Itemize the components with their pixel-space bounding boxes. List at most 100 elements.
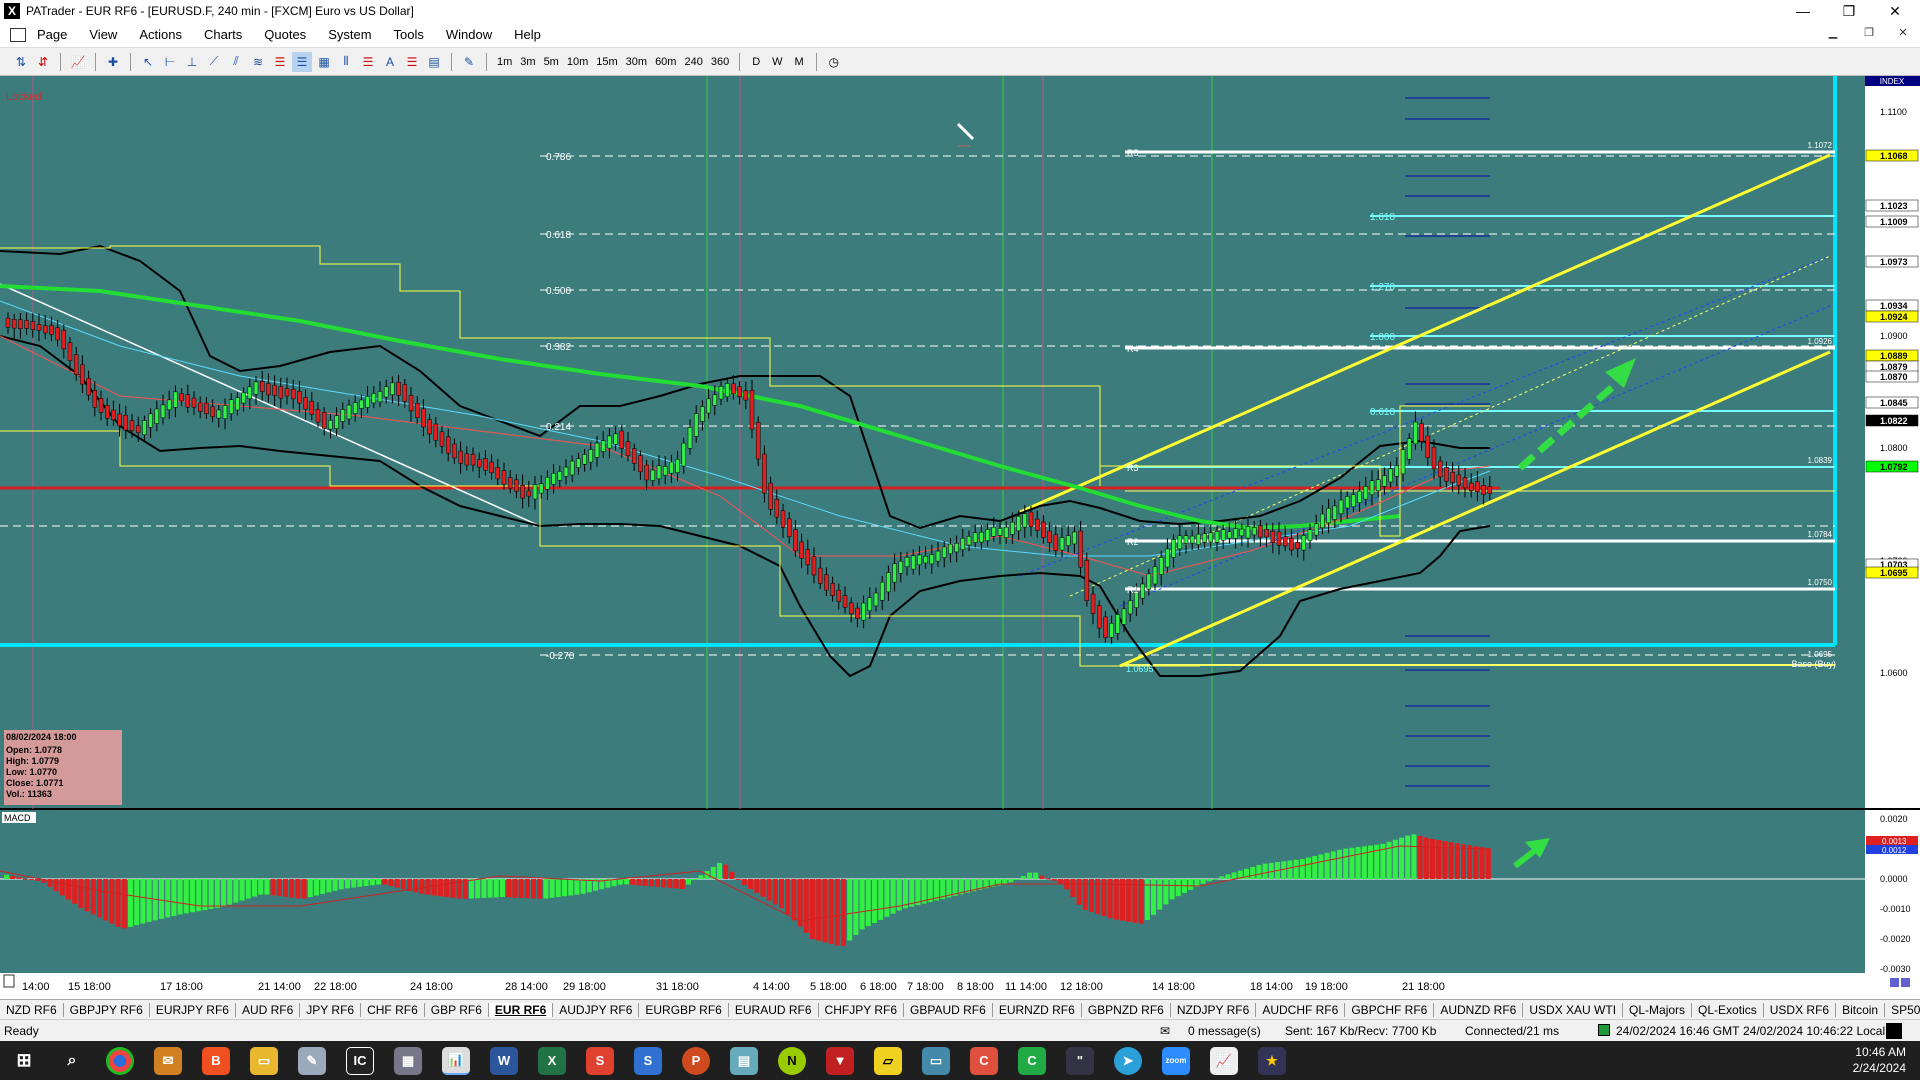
- app-c-red-icon[interactable]: C: [970, 1046, 998, 1075]
- symbol-tab[interactable]: NZD RF6: [0, 1002, 64, 1017]
- buy-sell-icon[interactable]: ⇅: [11, 52, 31, 72]
- cycle-icon[interactable]: ⦀: [336, 52, 356, 72]
- app-quote-icon[interactable]: ": [1066, 1046, 1094, 1075]
- star-app-icon[interactable]: ★: [1258, 1046, 1286, 1075]
- menu-actions[interactable]: Actions: [128, 27, 193, 42]
- menu-charts[interactable]: Charts: [193, 27, 253, 42]
- timeframe-5m[interactable]: 5m: [540, 56, 563, 68]
- menu-window[interactable]: Window: [435, 27, 503, 42]
- resize-grip-icon[interactable]: [1886, 1023, 1902, 1039]
- app-s-icon[interactable]: S: [586, 1046, 614, 1075]
- symbol-tab[interactable]: QL-Exotics: [1692, 1002, 1764, 1017]
- menu-help[interactable]: Help: [503, 27, 552, 42]
- timeframe-240[interactable]: 240: [680, 56, 706, 68]
- chart-icon[interactable]: 📈: [68, 52, 88, 72]
- symbol-tab[interactable]: CHFJPY RF6: [819, 1002, 905, 1017]
- symbol-tab[interactable]: AUDNZD RF6: [1434, 1002, 1524, 1017]
- hline-icon[interactable]: ⊢: [160, 52, 180, 72]
- timeframe-3m[interactable]: 3m: [516, 56, 539, 68]
- period-M[interactable]: M: [789, 56, 810, 68]
- timeframe-1m[interactable]: 1m: [493, 56, 516, 68]
- indicator-icon[interactable]: ✎: [459, 52, 479, 72]
- symbol-tab[interactable]: GBPAUD RF6: [904, 1002, 993, 1017]
- symbol-tab[interactable]: EURNZD RF6: [993, 1002, 1082, 1017]
- powerpoint-icon[interactable]: P: [682, 1046, 710, 1075]
- word-icon[interactable]: W: [490, 1046, 518, 1075]
- maximize-button[interactable]: ❐: [1826, 0, 1872, 22]
- file-explorer-icon[interactable]: ▭: [250, 1046, 278, 1075]
- brave-icon[interactable]: B: [202, 1046, 230, 1075]
- symbol-tab[interactable]: CHF RF6: [361, 1002, 425, 1017]
- zoom-icon[interactable]: zoom: [1162, 1046, 1190, 1075]
- close-button[interactable]: ✕: [1872, 0, 1918, 22]
- excel-icon[interactable]: X: [538, 1046, 566, 1075]
- fib-extension-icon[interactable]: ☰: [292, 51, 312, 72]
- sticky-notes-icon[interactable]: ▱: [874, 1046, 902, 1075]
- mail-app-icon[interactable]: ✉: [154, 1046, 182, 1075]
- calculator-icon[interactable]: ▦: [394, 1046, 422, 1075]
- mdi-close-icon[interactable]: ✕: [1892, 26, 1914, 44]
- vline-icon[interactable]: ⊥: [182, 52, 202, 72]
- symbol-tab[interactable]: AUDCHF RF6: [1256, 1002, 1346, 1017]
- period-W[interactable]: W: [766, 56, 788, 68]
- windows-start-icon[interactable]: ⊞: [10, 1047, 38, 1075]
- patrader-icon[interactable]: 📊: [442, 1046, 470, 1075]
- levels-icon[interactable]: ☰: [402, 52, 422, 72]
- taskbar-clock[interactable]: 10:46 AM 2/24/2024: [1853, 1044, 1906, 1076]
- app-red-icon[interactable]: ▼: [826, 1046, 854, 1075]
- chrome-icon[interactable]: [106, 1046, 134, 1075]
- channel-icon[interactable]: ⫽: [226, 52, 246, 72]
- period-D[interactable]: D: [746, 56, 766, 68]
- clock-icon[interactable]: ◷: [824, 52, 844, 72]
- chart-area[interactable]: INDEX Locked 0.786 0.618 0.500 0.382 0.2…: [0, 76, 1920, 1006]
- telegram-icon[interactable]: ➤: [1114, 1046, 1142, 1075]
- order-icon[interactable]: ⇵: [33, 52, 53, 72]
- symbol-tab[interactable]: EURGBP RF6: [639, 1002, 729, 1017]
- symbol-tab[interactable]: EURAUD RF6: [729, 1002, 819, 1017]
- grid-icon[interactable]: ▤: [424, 52, 444, 72]
- pivot-icon[interactable]: ☰: [358, 52, 378, 72]
- symbol-tab[interactable]: SP500: [1885, 1003, 1920, 1017]
- menu-page[interactable]: Page: [26, 27, 78, 42]
- fib-retracement-icon[interactable]: ☰: [270, 52, 290, 72]
- symbol-tab[interactable]: GBPJPY RF6: [64, 1002, 150, 1017]
- symbol-tab[interactable]: GBPNZD RF6: [1082, 1002, 1171, 1017]
- chart-app-icon[interactable]: 📈: [1210, 1046, 1238, 1075]
- symbol-tab[interactable]: Bitcoin: [1836, 1002, 1886, 1017]
- app-n-icon[interactable]: N: [778, 1046, 806, 1075]
- pointer-icon[interactable]: ↖: [138, 52, 158, 72]
- app-s2-icon[interactable]: S: [634, 1046, 662, 1075]
- mdi-minimize-icon[interactable]: ▁: [1822, 26, 1844, 44]
- symbol-tab[interactable]: EURJPY RF6: [150, 1002, 236, 1017]
- trendline-icon[interactable]: ⟋: [204, 52, 224, 72]
- app-c-green-icon[interactable]: C: [1018, 1046, 1046, 1075]
- symbol-tab[interactable]: NZDJPY RF6: [1171, 1002, 1257, 1017]
- symbol-tab[interactable]: JPY RF6: [300, 1002, 362, 1017]
- menu-system[interactable]: System: [317, 27, 382, 42]
- timeframe-360[interactable]: 360: [707, 56, 733, 68]
- search-icon[interactable]: ⌕: [58, 1047, 86, 1075]
- menu-view[interactable]: View: [78, 27, 128, 42]
- crosshair-icon[interactable]: ✚: [103, 52, 123, 72]
- menu-tools[interactable]: Tools: [383, 27, 435, 42]
- fib-fan-icon[interactable]: ≋: [248, 52, 268, 72]
- symbol-tab[interactable]: USDX RF6: [1764, 1002, 1837, 1017]
- mdi-restore-icon[interactable]: ❐: [1858, 26, 1880, 44]
- menu-quotes[interactable]: Quotes: [253, 27, 317, 42]
- timeframe-60m[interactable]: 60m: [651, 56, 680, 68]
- symbol-tab[interactable]: GBPCHF RF6: [1345, 1002, 1435, 1017]
- minimize-button[interactable]: —: [1780, 0, 1826, 22]
- ic-app-icon[interactable]: IC: [346, 1046, 374, 1075]
- symbol-tab[interactable]: USDX XAU WTI: [1523, 1002, 1624, 1017]
- timeframe-10m[interactable]: 10m: [563, 56, 592, 68]
- symbol-tab[interactable]: EUR RF6: [488, 1002, 554, 1017]
- timeframe-30m[interactable]: 30m: [622, 56, 651, 68]
- timeframe-15m[interactable]: 15m: [592, 56, 621, 68]
- gann-icon[interactable]: ▦: [314, 52, 334, 72]
- symbol-tab[interactable]: AUD RF6: [236, 1002, 301, 1017]
- app-monitor-icon[interactable]: ▭: [922, 1046, 950, 1075]
- messages-count[interactable]: 0 message(s): [1188, 1024, 1261, 1038]
- text-icon[interactable]: A: [380, 52, 400, 72]
- notes-icon[interactable]: ✎: [298, 1046, 326, 1075]
- app-window-icon[interactable]: ▤: [730, 1046, 758, 1075]
